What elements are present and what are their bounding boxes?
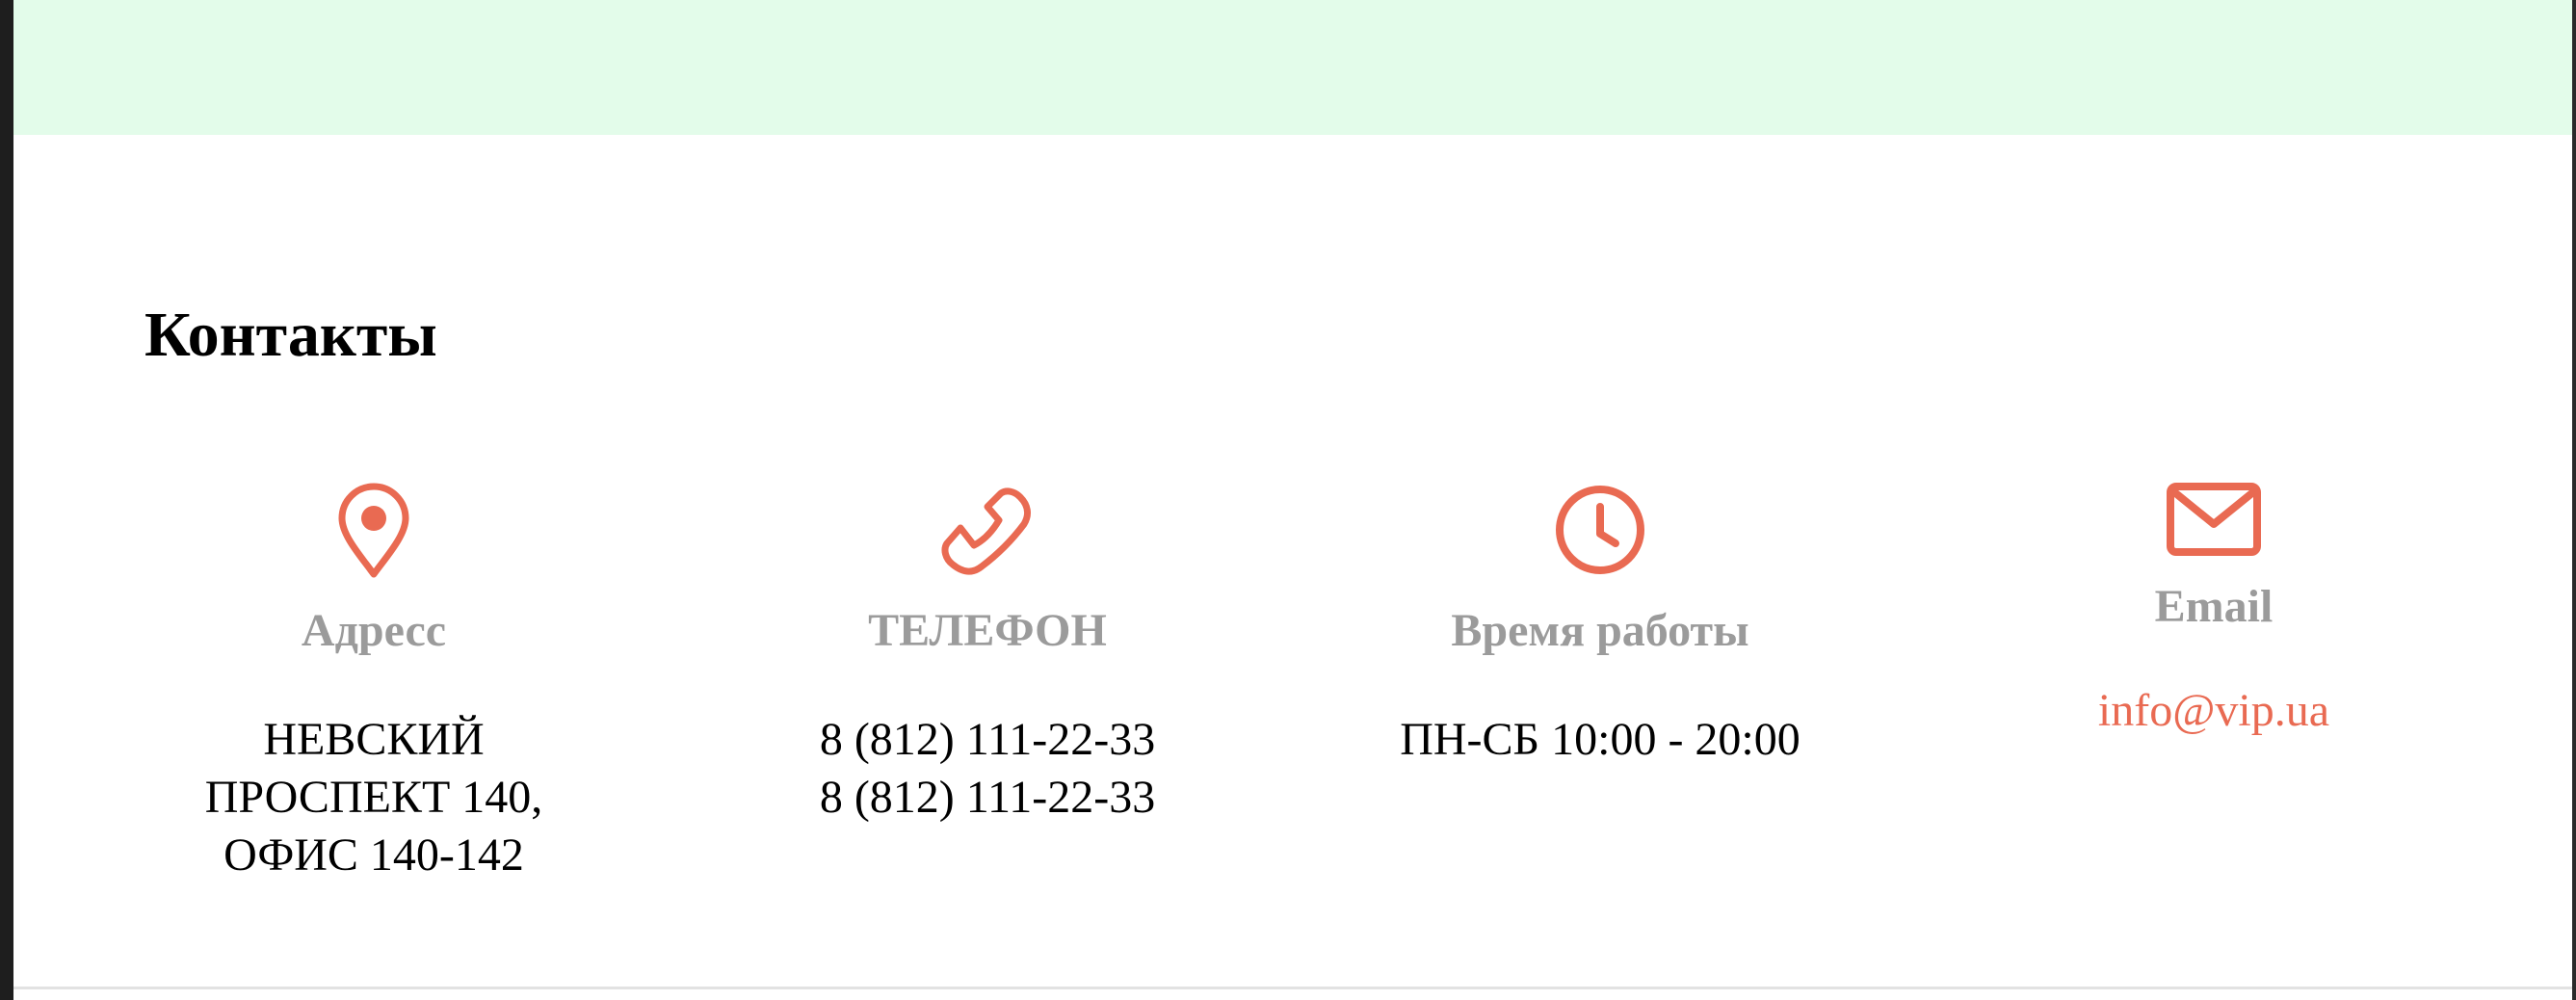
clock-icon — [1556, 486, 1644, 574]
contact-phone: ТЕЛЕФОН 8 (812) 111-22-33 8 (812) 111-22… — [775, 472, 1199, 896]
page-title: Контакты — [145, 300, 437, 370]
contact-label: Адресс — [301, 605, 447, 656]
contact-label: Время работы — [1451, 605, 1749, 656]
contact-email: Email info@vip.ua — [2002, 472, 2426, 896]
contact-address: Адресс НЕВСКИЙ ПРОСПЕКТ 140, ОФИС 140-14… — [162, 472, 586, 896]
window-right-edge — [2572, 0, 2576, 1000]
email-link[interactable]: info@vip.ua — [2002, 682, 2426, 740]
phone-icon — [941, 487, 1031, 575]
contact-value: ПН-СБ 10:00 - 20:00 — [1400, 714, 1801, 765]
contact-value: 8 (812) 111-22-33 8 (812) 111-22-33 — [819, 714, 1156, 823]
envelope-icon — [2167, 483, 2261, 556]
contact-hours: Время работы ПН-СБ 10:00 - 20:00 — [1388, 472, 1812, 896]
window-left-edge — [0, 0, 13, 1000]
contact-label: Email — [2154, 581, 2274, 632]
top-banner — [13, 0, 2572, 135]
bottom-divider — [13, 987, 2572, 989]
location-pin-icon — [338, 483, 409, 578]
contact-label: ТЕЛЕФОН — [868, 605, 1107, 656]
contact-value: НЕВСКИЙ ПРОСПЕКТ 140, ОФИС 140-142 — [204, 714, 543, 881]
